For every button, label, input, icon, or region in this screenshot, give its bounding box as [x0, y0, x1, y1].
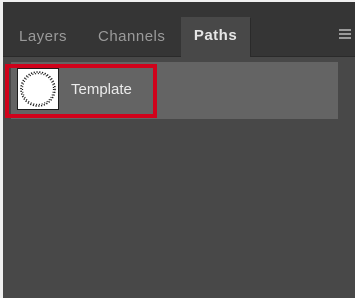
- tab-layers[interactable]: Layers: [19, 21, 67, 57]
- dotted-circle-icon: [20, 71, 56, 107]
- panel-tab-bar: Layers Channels Paths: [3, 2, 355, 57]
- paths-panel: Layers Channels Paths Template: [0, 0, 355, 298]
- tab-paths[interactable]: Paths: [181, 17, 250, 57]
- tab-divider: [250, 18, 251, 56]
- tab-channels[interactable]: Channels: [98, 21, 165, 57]
- hamburger-menu-icon[interactable]: [339, 29, 351, 41]
- path-thumbnail: [17, 68, 59, 110]
- path-row-template[interactable]: Template: [11, 62, 338, 119]
- path-name: Template: [71, 81, 132, 98]
